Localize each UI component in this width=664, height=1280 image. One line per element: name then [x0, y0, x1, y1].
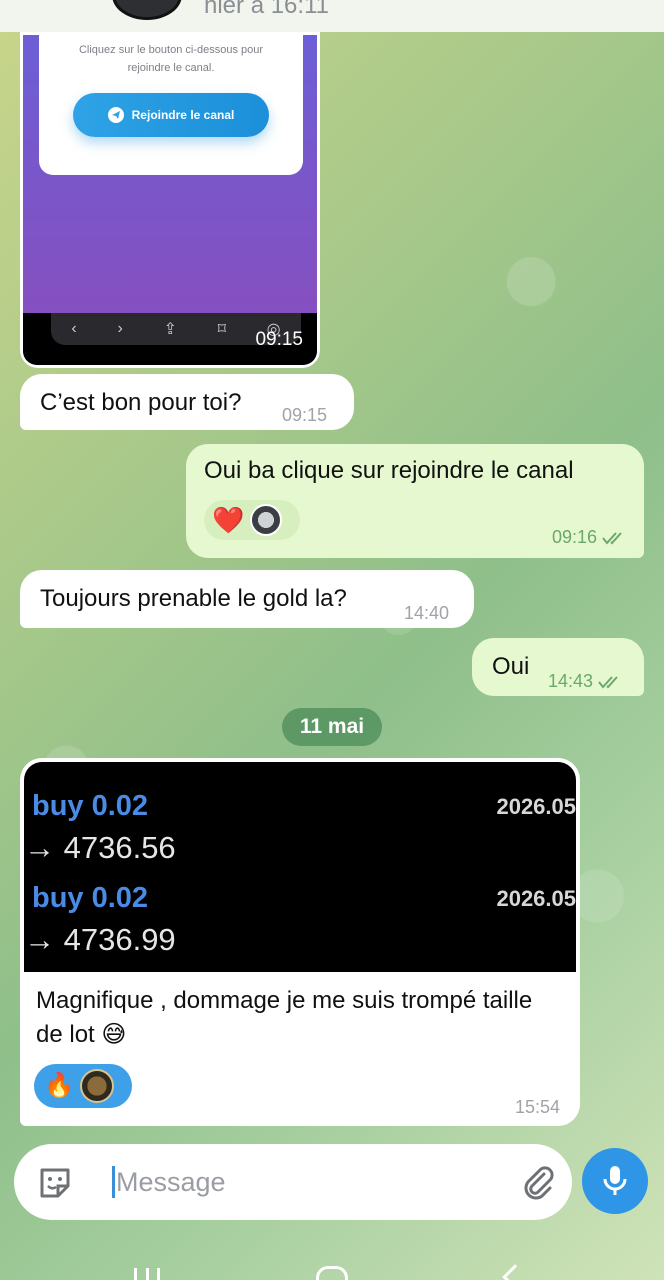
- text-cursor: [112, 1166, 115, 1198]
- trade-date: 2026.05: [496, 886, 576, 911]
- trade-price: → 4736.56: [24, 830, 176, 865]
- message-time: 14:43: [548, 671, 594, 691]
- message-time: 09:16: [551, 527, 597, 547]
- date-separator: 11 mai: [282, 708, 382, 746]
- back-icon[interactable]: [502, 1264, 528, 1280]
- mic-button[interactable]: [582, 1148, 648, 1214]
- system-nav-bar: [0, 1250, 664, 1280]
- join-channel-button: Rejoindre le canal: [73, 93, 269, 137]
- join-card: Cliquez sur le bouton ci-dessous pour re…: [39, 35, 303, 175]
- telegram-icon: [107, 107, 124, 123]
- message-text: Magnifique , dommage je me suis trompé t…: [36, 987, 533, 1048]
- reaction-bar[interactable]: ❤️: [204, 500, 300, 540]
- double-check-icon: [598, 676, 618, 689]
- last-seen-status: hier à 16:11: [204, 0, 329, 19]
- incoming-message[interactable]: Toujours prenable le gold la? 14:40: [20, 570, 474, 628]
- attach-icon[interactable]: [518, 1162, 558, 1202]
- message-text: C’est bon pour toi?: [40, 389, 242, 416]
- incoming-image-message[interactable]: buy 0.02 2026.05 → 4736.56 buy 0.02 2026…: [20, 758, 580, 1126]
- message-time: 09:15: [282, 405, 328, 425]
- share-icon: ⇪: [163, 321, 177, 338]
- home-icon[interactable]: [316, 1266, 348, 1280]
- trade-side: buy 0.02: [32, 790, 149, 822]
- forward-arrow-icon: ›: [117, 320, 123, 337]
- trade-side: buy 0.02: [32, 882, 149, 914]
- message-input[interactable]: [116, 1164, 496, 1200]
- outgoing-message[interactable]: Oui 14:43: [472, 638, 644, 696]
- reactor-avatar[interactable]: [250, 504, 283, 536]
- message-time: 15:54: [514, 1097, 560, 1117]
- message-composer: [14, 1144, 572, 1220]
- mic-icon: [603, 1166, 627, 1195]
- message-text: Oui: [492, 653, 530, 680]
- trade-row: buy 0.02 2026.05 → 4736.56: [24, 782, 576, 874]
- chat-header[interactable]: hier à 16:11: [0, 0, 664, 32]
- message-time-with-status: 09:16: [552, 522, 628, 552]
- reaction-bar[interactable]: 🔥: [34, 1064, 132, 1108]
- trade-row: buy 0.02 2026.05 → 4736.99: [24, 874, 576, 966]
- bookmark-icon: ⌑: [217, 321, 226, 338]
- image-message[interactable]: Cliquez sur le bouton ci-dessous pour re…: [20, 32, 320, 368]
- heart-reaction-icon[interactable]: ❤️: [212, 507, 244, 533]
- message-text: Oui ba clique sur rejoindre le canal: [204, 457, 574, 484]
- fire-reaction-icon[interactable]: 🔥: [44, 1074, 74, 1098]
- trade-date: 2026.05: [496, 794, 576, 819]
- screenshot-image: Cliquez sur le bouton ci-dessous pour re…: [23, 35, 317, 365]
- message-text: Toujours prenable le gold la?: [40, 585, 347, 612]
- back-arrow-icon: ‹: [71, 320, 77, 337]
- contact-avatar[interactable]: [112, 0, 182, 20]
- outgoing-message[interactable]: Oui ba clique sur rejoindre le canal ❤️ …: [186, 444, 644, 558]
- join-card-text: Cliquez sur le bouton ci-dessous pour re…: [78, 44, 264, 74]
- recent-apps-icon[interactable]: [134, 1268, 160, 1280]
- reactor-avatar[interactable]: [79, 1069, 114, 1103]
- trade-price: → 4736.99: [24, 922, 176, 957]
- message-time: 09:15: [255, 329, 303, 350]
- message-time-with-status: 14:43: [548, 666, 624, 696]
- message-time: 14:40: [404, 603, 450, 623]
- join-channel-label: Rejoindre le canal: [131, 108, 235, 122]
- double-check-icon: [602, 532, 622, 545]
- incoming-message[interactable]: C’est bon pour toi? 09:15: [20, 374, 354, 430]
- trade-screenshot[interactable]: buy 0.02 2026.05 → 4736.56 buy 0.02 2026…: [24, 762, 576, 972]
- sticker-icon[interactable]: [36, 1164, 74, 1202]
